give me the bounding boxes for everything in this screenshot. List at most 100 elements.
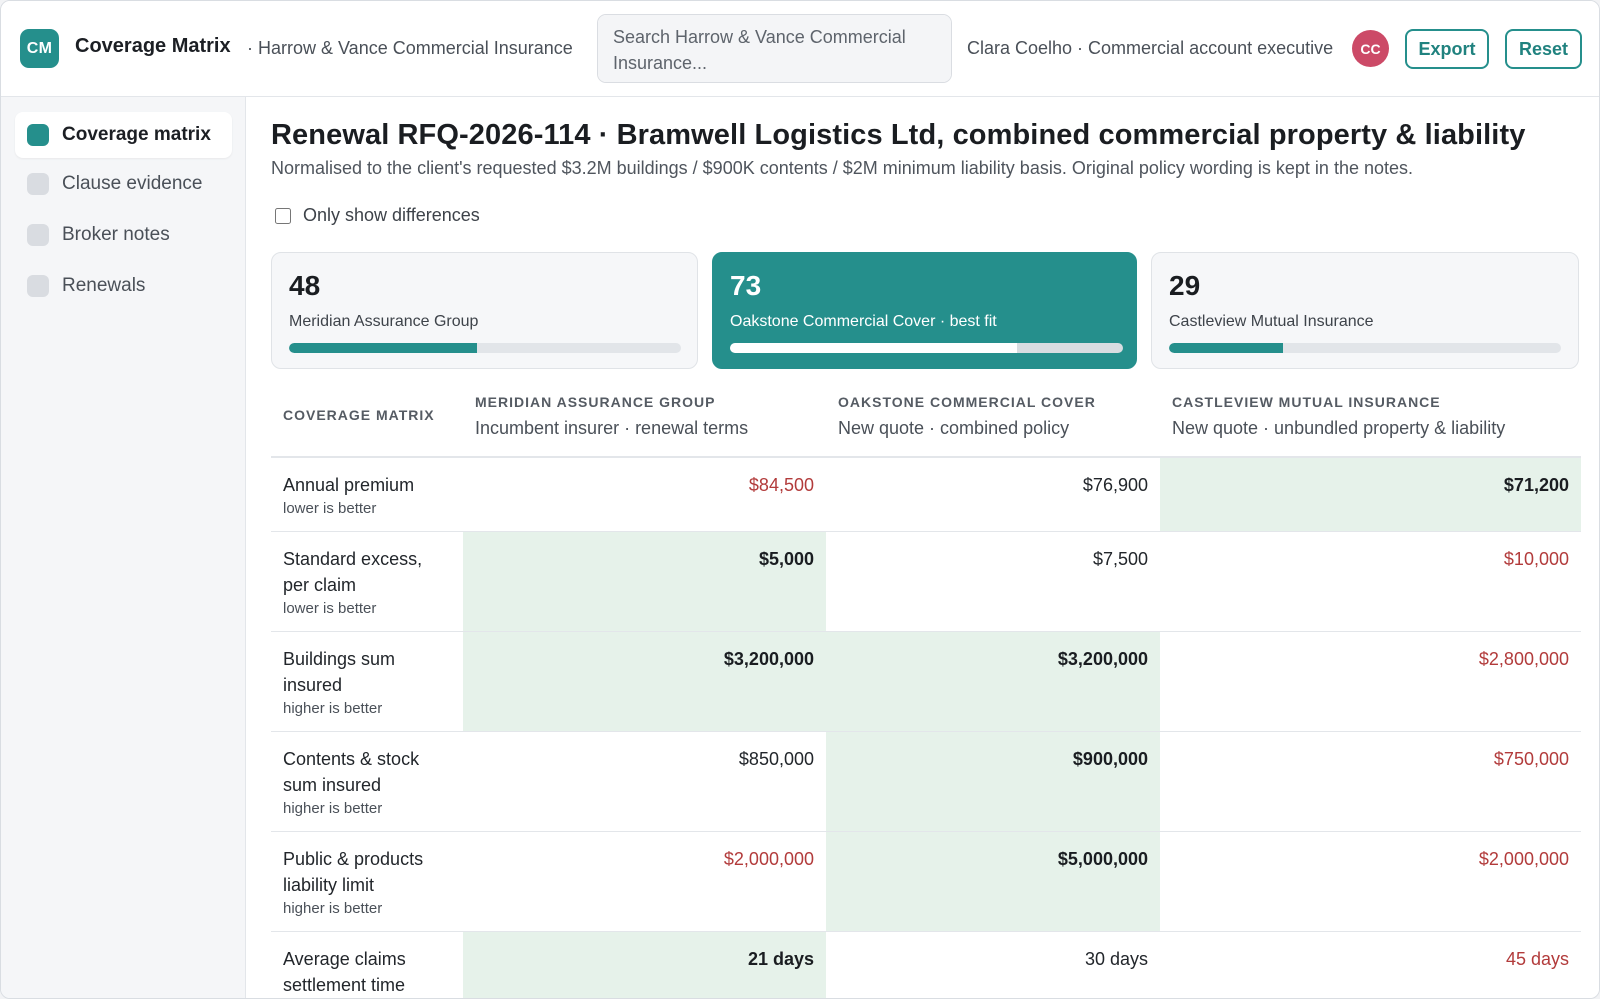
cell-value: $84,500	[748, 475, 814, 495]
cell-value: $750,000	[1493, 749, 1569, 769]
column-header-label: Oakstone Commercial Cover	[838, 394, 1096, 410]
table-row[interactable]: Standard excess, per claim lower is bette…	[271, 532, 1581, 632]
sidebar-item-label: Clause evidence	[62, 173, 203, 194]
score-card-oakstone[interactable]: 73 Oakstone Commercial Cover · best fit	[712, 252, 1137, 369]
table-cell[interactable]: $76,900	[826, 458, 1160, 531]
table-cell[interactable]: $2,800,000	[1160, 632, 1581, 731]
table-cell[interactable]: $71,200	[1160, 458, 1581, 531]
clause-evidence-icon	[27, 173, 49, 195]
cell-value: $3,200,000	[723, 649, 814, 669]
page-title: Renewal RFQ-2026-114 · Bramwell Logistic…	[271, 119, 1526, 151]
cell-value: $76,900	[1082, 475, 1148, 495]
table-cell[interactable]: 45 days	[1160, 932, 1581, 998]
avatar[interactable]: CC	[1352, 30, 1389, 67]
table-header: Coverage matrix Meridian Assurance Group…	[271, 380, 1581, 458]
score-value: 73	[730, 270, 762, 301]
column-header-sub: Incumbent insurer · renewal terms	[475, 418, 749, 438]
sidebar-item-clause-evidence[interactable]: Clause evidence	[15, 161, 232, 207]
row-name: Contents & stock sum insured	[283, 749, 420, 795]
table-row[interactable]: Average claims settlement timelower is b…	[271, 932, 1581, 998]
column-header-castleview: Castleview Mutual Insurance New quote · …	[1172, 394, 1505, 439]
table-cell[interactable]: $850,000	[463, 732, 826, 831]
only-differences-checkbox[interactable]	[275, 207, 291, 224]
cell-value: 21 days	[747, 949, 814, 969]
score-bar	[730, 343, 1123, 353]
renewals-icon	[27, 275, 49, 297]
cell-value: $71,200	[1503, 475, 1569, 495]
score-value: 48	[289, 270, 321, 301]
sidebar-item-label: Broker notes	[62, 224, 170, 245]
cell-value: $850,000	[738, 749, 814, 769]
score-bar-fill	[730, 343, 1017, 353]
table-row[interactable]: Annual premium lower is better $84,500 $76,…	[271, 458, 1581, 532]
column-header-label: Castleview Mutual Insurance	[1172, 394, 1441, 410]
only-differences-label: Only show differences	[303, 205, 480, 225]
corner-header: Coverage matrix	[283, 407, 435, 423]
row-label: Contents & stock sum insured higher is be…	[283, 746, 453, 817]
sidebar-item-coverage-matrix[interactable]: Coverage matrix	[15, 112, 232, 158]
row-label: Standard excess, per claim lower is bette…	[283, 546, 453, 617]
row-label: Annual premium lower is better	[283, 472, 453, 517]
table-cell[interactable]: $900,000	[826, 732, 1160, 831]
search-input[interactable]	[597, 14, 952, 83]
coverage-matrix-icon	[27, 124, 49, 146]
top-bar: CM Coverage Matrix · Harrow & Vance Comm…	[1, 1, 1599, 97]
row-hint: lower is better	[283, 500, 377, 517]
insurer-score-cards: 48 Meridian Assurance Group 73 Oakstone …	[271, 252, 1581, 370]
table-cell[interactable]: $2,000,000	[1160, 832, 1581, 931]
insurer-name: Oakstone Commercial Cover · best fit	[730, 313, 997, 330]
only-differences-toggle[interactable]: Only show differences	[275, 205, 480, 226]
score-bar-fill	[289, 343, 478, 353]
app-logo: CM	[20, 29, 59, 68]
main-content: Renewal RFQ-2026-114 · Bramwell Logistic…	[247, 97, 1599, 998]
column-header-label: Coverage matrix	[283, 407, 435, 423]
table-cell[interactable]: 30 days	[826, 932, 1160, 998]
score-card-castleview[interactable]: 29 Castleview Mutual Insurance	[1151, 252, 1579, 369]
row-label: Average claims settlement timelower is b…	[283, 946, 453, 998]
row-label: Public & products liability limit higher …	[283, 846, 453, 917]
score-bar-fill	[1169, 343, 1283, 353]
row-name: Public & products liability limit	[283, 849, 424, 895]
cell-value: 45 days	[1505, 949, 1569, 969]
table-cell[interactable]: $3,200,000	[826, 632, 1160, 731]
cell-value: $900,000	[1072, 749, 1148, 769]
row-hint: higher is better	[283, 900, 383, 917]
row-hint: lower is better	[283, 600, 377, 617]
column-header-label: Meridian Assurance Group	[475, 394, 716, 410]
table-row[interactable]: Buildings sum insured higher is better $3,…	[271, 632, 1581, 732]
table-cell[interactable]: $3,200,000	[463, 632, 826, 731]
row-name: Buildings sum insured	[283, 649, 396, 695]
table-body: Annual premium lower is better $84,500 $76,…	[271, 458, 1581, 998]
table-cell[interactable]: $7,500	[826, 532, 1160, 631]
cell-value: $7,500	[1092, 549, 1148, 569]
table-cell[interactable]: $750,000	[1160, 732, 1581, 831]
cell-value: $5,000	[758, 549, 814, 569]
table-cell[interactable]: 21 days	[463, 932, 826, 998]
score-bar	[1169, 343, 1561, 353]
export-button[interactable]: Export	[1405, 29, 1489, 69]
table-row[interactable]: Contents & stock sum insured higher is be…	[271, 732, 1581, 832]
table-cell[interactable]: $84,500	[463, 458, 826, 531]
broker-notes-icon	[27, 224, 49, 246]
score-value: 29	[1169, 270, 1201, 301]
sidebar-item-label: Renewals	[62, 275, 146, 296]
sidebar-item-renewals[interactable]: Renewals	[15, 263, 232, 309]
row-name: Standard excess, per claim	[283, 549, 423, 595]
table-cell[interactable]: $5,000,000	[826, 832, 1160, 931]
score-card-meridian[interactable]: 48 Meridian Assurance Group	[271, 252, 698, 369]
cell-value: $5,000,000	[1057, 849, 1148, 869]
sidebar-item-broker-notes[interactable]: Broker notes	[15, 212, 232, 258]
cell-value: $2,000,000	[723, 849, 814, 869]
reset-button[interactable]: Reset	[1505, 29, 1582, 69]
sidebar-item-label: Coverage matrix	[62, 124, 211, 145]
user-name: Clara Coelho · Commercial account execut…	[967, 38, 1334, 58]
table-row[interactable]: Public & products liability limit higher …	[271, 832, 1581, 932]
row-hint: higher is better	[283, 700, 383, 717]
table-cell[interactable]: $2,000,000	[463, 832, 826, 931]
table-cell[interactable]: $10,000	[1160, 532, 1581, 631]
table-cell[interactable]: $5,000	[463, 532, 826, 631]
cell-value: $10,000	[1503, 549, 1569, 569]
cell-value: $2,000,000	[1478, 849, 1569, 869]
sidebar: Coverage matrix Clause evidence Broker n…	[1, 97, 246, 998]
row-label: Buildings sum insured higher is better	[283, 646, 453, 717]
